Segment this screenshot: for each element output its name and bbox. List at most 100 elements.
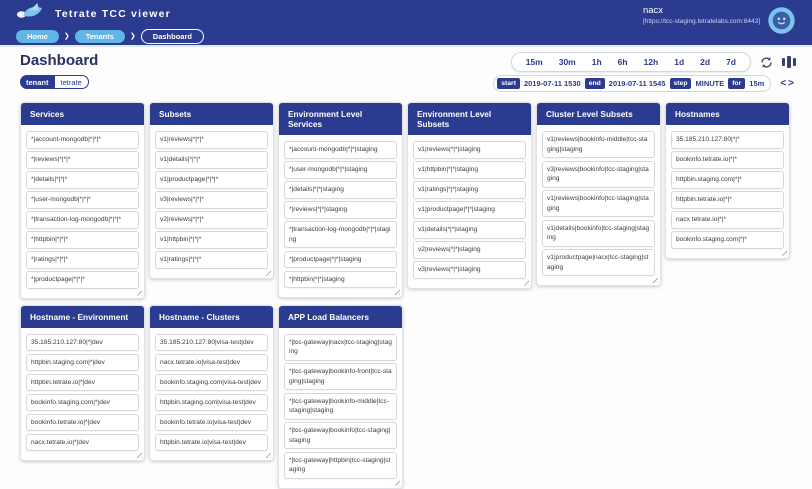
resize-grip-icon[interactable] — [522, 278, 529, 286]
server-url: [https://tcc-staging.tetratelabs.com:844… — [642, 18, 760, 25]
start-value[interactable]: 2019-07-11 1530 — [524, 79, 581, 88]
card-cluster-level-subsets: Cluster Level Subsets v1|reviews|bookinf… — [536, 102, 661, 286]
list-item: *|transaction-log-mongodb|*|*|staging — [284, 221, 397, 248]
main-content: Dashboard tenant tetrate 15m 30m 1h 6h 12h 1d… — [0, 47, 812, 489]
card-app-load-balancers: APP Load Balancers *|tcc-gateway|nacx|tc… — [278, 304, 403, 489]
list-item: bookinfo.tetrate.io|*|dev — [26, 413, 139, 431]
list-item: httpbin.tetrate.io|*|dev — [26, 373, 139, 391]
card-title: Subsets — [150, 103, 273, 125]
card-hostname-environment: Hostname - Environment 35.185.210.127:80… — [20, 304, 145, 461]
code-icon[interactable]: <> — [780, 78, 796, 89]
list-item: *|transaction-log-mongodb|*|*|* — [26, 211, 139, 229]
card-body: v1|reviews|bookinfo-middle|tcc-staging|s… — [537, 125, 660, 285]
list-item: v1|ratings|*|*|staging — [413, 181, 526, 199]
time-fields-group: start 2019-07-11 1530 end 2019-07-11 1545st… — [493, 75, 772, 92]
card-title: Services — [21, 103, 144, 125]
resize-grip-icon[interactable] — [393, 288, 400, 295]
breadcrumb-chevron-icon: ❯ — [129, 33, 136, 40]
list-item: *|details|*|*|staging — [284, 181, 397, 199]
dashboard-cards: Services *|account-mongodb|*|*|* *|review… — [20, 102, 796, 489]
card-body: *|account-mongodb|*|*|* *|reviews|*|*|* *|… — [21, 125, 144, 298]
list-item: v1|reviews|*|*|* — [155, 131, 268, 149]
list-item: *|httpbin|*|*|staging — [284, 270, 397, 288]
list-item: v1|productpage|nacx|tcc-staging|staging — [542, 249, 655, 276]
card-body: v1|reviews|*|*|staging v1|httpbin|*|*|sta… — [408, 135, 531, 288]
list-item: bookinfo.staging.com|*|dev — [26, 393, 139, 411]
list-item: 35.185.210.127:80|*|* — [671, 131, 784, 149]
card-body: v1|reviews|*|*|* v1|details|*|*|* v1|produ… — [150, 125, 273, 278]
step-label: step — [669, 78, 692, 89]
tenant-badge: tenant tetrate — [20, 75, 89, 89]
card-services: Services *|account-mongodb|*|*|* *|review… — [20, 102, 145, 299]
list-item: nacx.tetrate.io|visa-test|dev — [155, 353, 268, 371]
card-hostname-clusters: Hostname - Clusters 35.185.210.127:80|vi… — [149, 304, 274, 461]
list-item: *|user-mongodb|*|*|staging — [284, 161, 397, 179]
card-body: 35.185.210.127:80|visa-test|dev nacx.tetr… — [150, 328, 273, 461]
page-head-left: Dashboard tenant tetrate — [20, 52, 98, 90]
list-item: v2|reviews|*|*|staging — [413, 241, 526, 259]
list-item: *|productpage|*|*|staging — [284, 250, 397, 268]
list-item: *|reviews|*|*|* — [26, 151, 139, 169]
list-item: *|tcc-gateway|bookinfo|tcc-staging|stagi… — [284, 422, 397, 449]
breadcrumb-item-tenants[interactable]: Tenants — [74, 29, 125, 43]
list-item: httpbin.staging.com|*|* — [671, 171, 784, 189]
range-button-30m[interactable]: 30m — [551, 54, 584, 70]
breadcrumb: Home ❯ Tenants ❯ Dashboard — [16, 27, 796, 45]
list-item: bookinfo.tetrate.io|visa-test|dev — [155, 413, 268, 431]
resize-grip-icon[interactable] — [651, 276, 658, 283]
range-button-1h[interactable]: 1h — [584, 54, 610, 70]
range-button-15m[interactable]: 15m — [518, 54, 551, 70]
range-button-6h[interactable]: 6h — [610, 54, 636, 70]
list-item: 35.185.210.127:80|*|dev — [26, 333, 139, 351]
list-item: v1|reviews|bookinfo|tcc-staging|staging — [542, 190, 655, 217]
list-item: v1|details|bookinfo|tcc-staging|staging — [542, 219, 655, 247]
resize-grip-icon[interactable] — [393, 478, 400, 486]
range-button-1d[interactable]: 1d — [666, 54, 692, 70]
columns-view-icon[interactable] — [782, 56, 796, 68]
list-item: *|account-mongodb|*|*|staging — [284, 141, 397, 159]
list-item: *|tcc-gateway|httpbin|tcc-staging|stagin… — [284, 451, 397, 479]
list-item: *|tcc-gateway|bookinfo-front|tcc-staging… — [284, 363, 397, 390]
resize-grip-icon[interactable] — [780, 248, 787, 256]
list-item: v1|httpbin|*|*|* — [155, 231, 268, 249]
card-title: Hostname - Clusters — [150, 305, 273, 328]
tcc-viewer-window: Tetrate TCC viewer Home ❯ Tenants ❯ Dashboar… — [0, 0, 812, 489]
card-hostnames: Hostnames 35.185.210.127:80|*|* bookinfo.… — [665, 102, 790, 259]
card-title: Cluster Level Subsets — [537, 103, 660, 125]
card-body: 35.185.210.127:80|*|dev httpbin.staging.c… — [21, 328, 144, 461]
resize-grip-icon[interactable] — [264, 451, 271, 458]
app-title: Tetrate TCC viewer — [55, 7, 171, 20]
refresh-icon[interactable] — [760, 56, 773, 69]
list-item: v1|productpage|*|*|* — [155, 171, 268, 189]
list-item: v1|productpage|*|*|staging — [413, 201, 526, 219]
resize-grip-icon[interactable] — [135, 288, 142, 296]
card-subsets: Subsets v1|reviews|*|*|* v1|details|*|*|*… — [149, 102, 274, 279]
list-item: v1|reviews|bookinfo-middle|tcc-staging|s… — [542, 131, 655, 158]
list-item: *|tcc-gateway|nacx|tcc-staging|staging — [284, 333, 397, 361]
range-button-2d[interactable]: 2d — [692, 54, 718, 70]
list-item: nacx.tetrate.io|*|dev — [26, 433, 139, 451]
list-item: 35.185.210.127:80|visa-test|dev — [155, 333, 268, 351]
list-item: *|user-mongodb|*|*|* — [26, 191, 139, 209]
range-button-7d[interactable]: 7d — [718, 54, 744, 70]
list-item: *|ratings|*|*|* — [26, 251, 139, 269]
card-title: APP Load Balancers — [279, 305, 402, 328]
list-item: *|details|*|*|* — [26, 171, 139, 189]
tenant-badge-key: tenant — [20, 75, 55, 89]
list-item: v1|httpbin|*|*|staging — [413, 161, 526, 179]
user-avatar[interactable] — [768, 7, 795, 39]
resize-grip-icon[interactable] — [135, 451, 142, 458]
user-name: nacx — [642, 5, 664, 16]
range-button-12h[interactable]: 12h — [636, 54, 667, 70]
top-navbar: Tetrate TCC viewer Home ❯ Tenants ❯ Dashboar… — [0, 0, 812, 47]
end-value[interactable]: 2019-07-11 1545 — [609, 79, 666, 88]
list-item: *|account-mongodb|*|*|* — [26, 131, 139, 149]
for-value[interactable]: 15m — [749, 79, 764, 88]
breadcrumb-item-dashboard[interactable]: Dashboard — [140, 28, 204, 44]
list-item: httpbin.staging.com|visa-test|dev — [155, 393, 268, 411]
step-value[interactable]: MINUTE — [695, 79, 724, 88]
resize-grip-icon[interactable] — [264, 268, 271, 276]
list-item: v2|reviews|*|*|* — [155, 211, 268, 229]
time-range-group: 15m 30m 1h 6h 12h 1d 2d 7d — [510, 52, 751, 72]
breadcrumb-item-home[interactable]: Home — [16, 29, 59, 43]
